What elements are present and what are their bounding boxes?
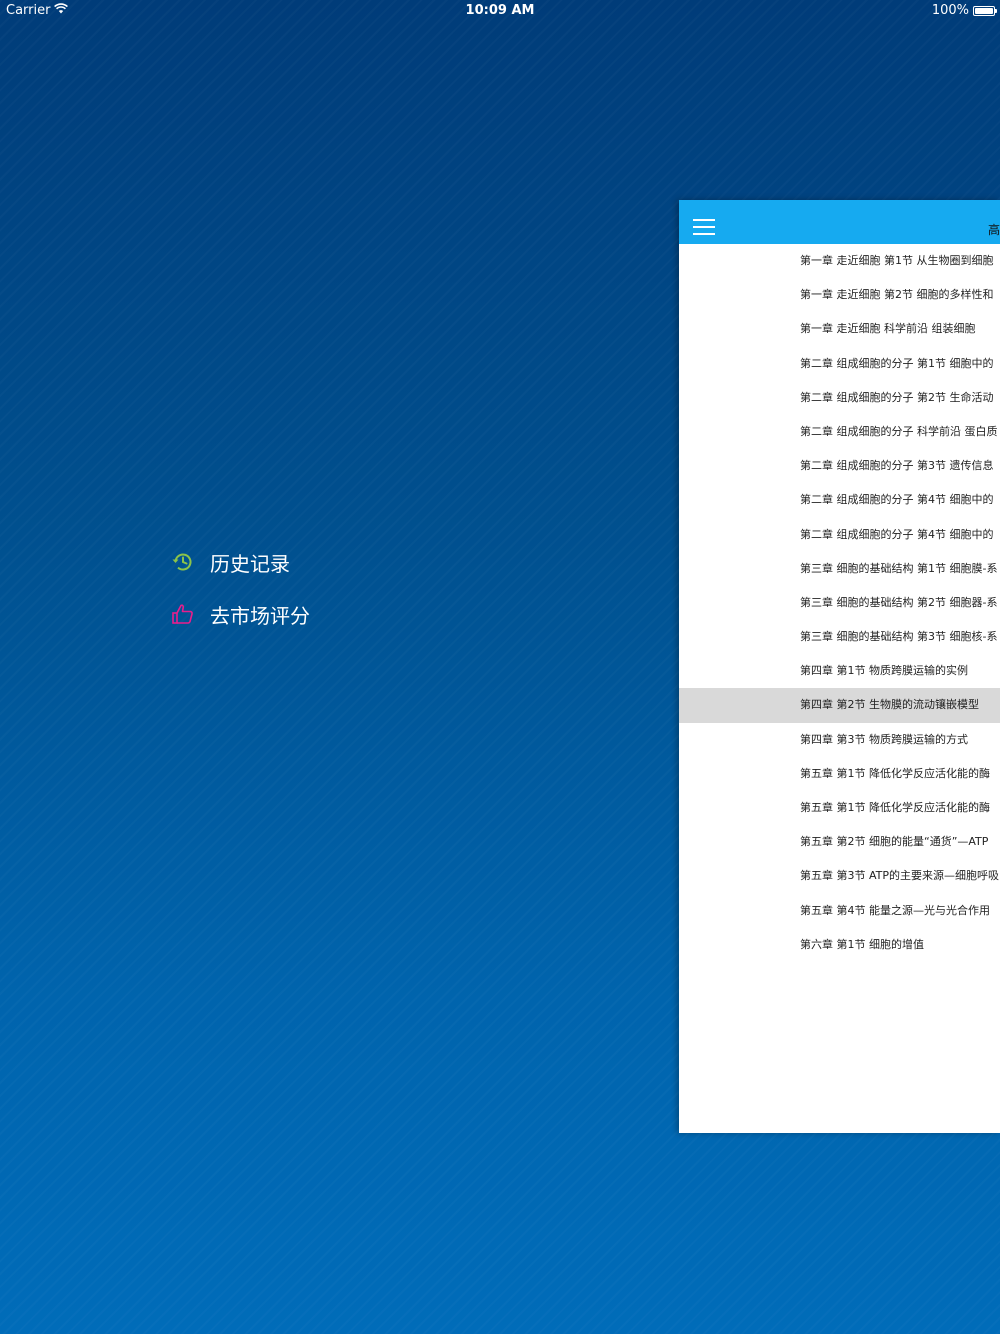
list-item[interactable]: 第五章 第3节 ATP的主要来源—细胞呼吸	[679, 859, 1000, 893]
list-item[interactable]: 第二章 组成细胞的分子 第3节 遗传信息	[679, 449, 1000, 483]
side-item-history[interactable]: 历史记录	[170, 544, 310, 580]
panel-title: 高	[988, 223, 1000, 237]
side-item-rate-label: 去市场评分	[210, 603, 310, 628]
status-bar: Carrier 10:09 AM 100%	[0, 0, 1000, 22]
list-item[interactable]: 第一章 走近细胞 第1节 从生物圈到细胞	[679, 244, 1000, 278]
list-item[interactable]: 第二章 组成细胞的分子 第4节 细胞中的	[679, 518, 1000, 552]
list-item[interactable]: 第四章 第2节 生物膜的流动镶嵌模型	[679, 688, 1000, 723]
chapter-list: 第一章 走近细胞 第1节 从生物圈到细胞 第一章 走近细胞 第2节 细胞的多样性和…	[679, 244, 1000, 962]
content-panel: 高 第一章 走近细胞 第1节 从生物圈到细胞 第一章 走近细胞 第2节 细胞的多样…	[679, 200, 1000, 1133]
side-item-rate[interactable]: 去市场评分	[170, 596, 310, 632]
history-icon	[170, 549, 196, 575]
battery-icon	[973, 5, 997, 16]
battery-fill	[975, 7, 993, 14]
list-item[interactable]: 第二章 组成细胞的分子 第1节 细胞中的	[679, 347, 1000, 381]
list-item[interactable]: 第五章 第1节 降低化学反应活化能的酶	[679, 757, 1000, 791]
list-item[interactable]: 第四章 第3节 物质跨膜运输的方式	[679, 723, 1000, 757]
list-item[interactable]: 第一章 走近细胞 科学前沿 组装细胞	[679, 312, 1000, 346]
status-time: 10:09 AM	[465, 3, 535, 18]
panel-header: 高	[679, 200, 1000, 244]
battery-percentage: 100%	[931, 3, 969, 18]
list-item[interactable]: 第三章 细胞的基础结构 第3节 细胞核-系	[679, 620, 1000, 654]
list-item[interactable]: 第三章 细胞的基础结构 第2节 细胞器-系	[679, 586, 1000, 620]
list-item[interactable]: 第一章 走近细胞 第2节 细胞的多样性和	[679, 278, 1000, 312]
menu-icon[interactable]	[693, 219, 715, 235]
status-right: 100%	[931, 3, 997, 18]
list-item[interactable]: 第二章 组成细胞的分子 第2节 生命活动	[679, 381, 1000, 415]
list-item[interactable]: 第三章 细胞的基础结构 第1节 细胞膜-系	[679, 552, 1000, 586]
thumbs-up-icon	[170, 601, 196, 627]
list-item[interactable]: 第四章 第1节 物质跨膜运输的实例	[679, 654, 1000, 688]
side-menu: 历史记录 去市场评分	[170, 544, 310, 648]
list-item[interactable]: 第五章 第2节 细胞的能量“通货”—ATP	[679, 825, 1000, 859]
list-item[interactable]: 第二章 组成细胞的分子 第4节 细胞中的	[679, 483, 1000, 517]
list-item[interactable]: 第五章 第4节 能量之源—光与光合作用	[679, 894, 1000, 928]
list-item[interactable]: 第六章 第1节 细胞的增值	[679, 928, 1000, 962]
side-item-history-label: 历史记录	[210, 551, 290, 576]
list-item[interactable]: 第五章 第1节 降低化学反应活化能的酶	[679, 791, 1000, 825]
list-item[interactable]: 第二章 组成细胞的分子 科学前沿 蛋白质	[679, 415, 1000, 449]
